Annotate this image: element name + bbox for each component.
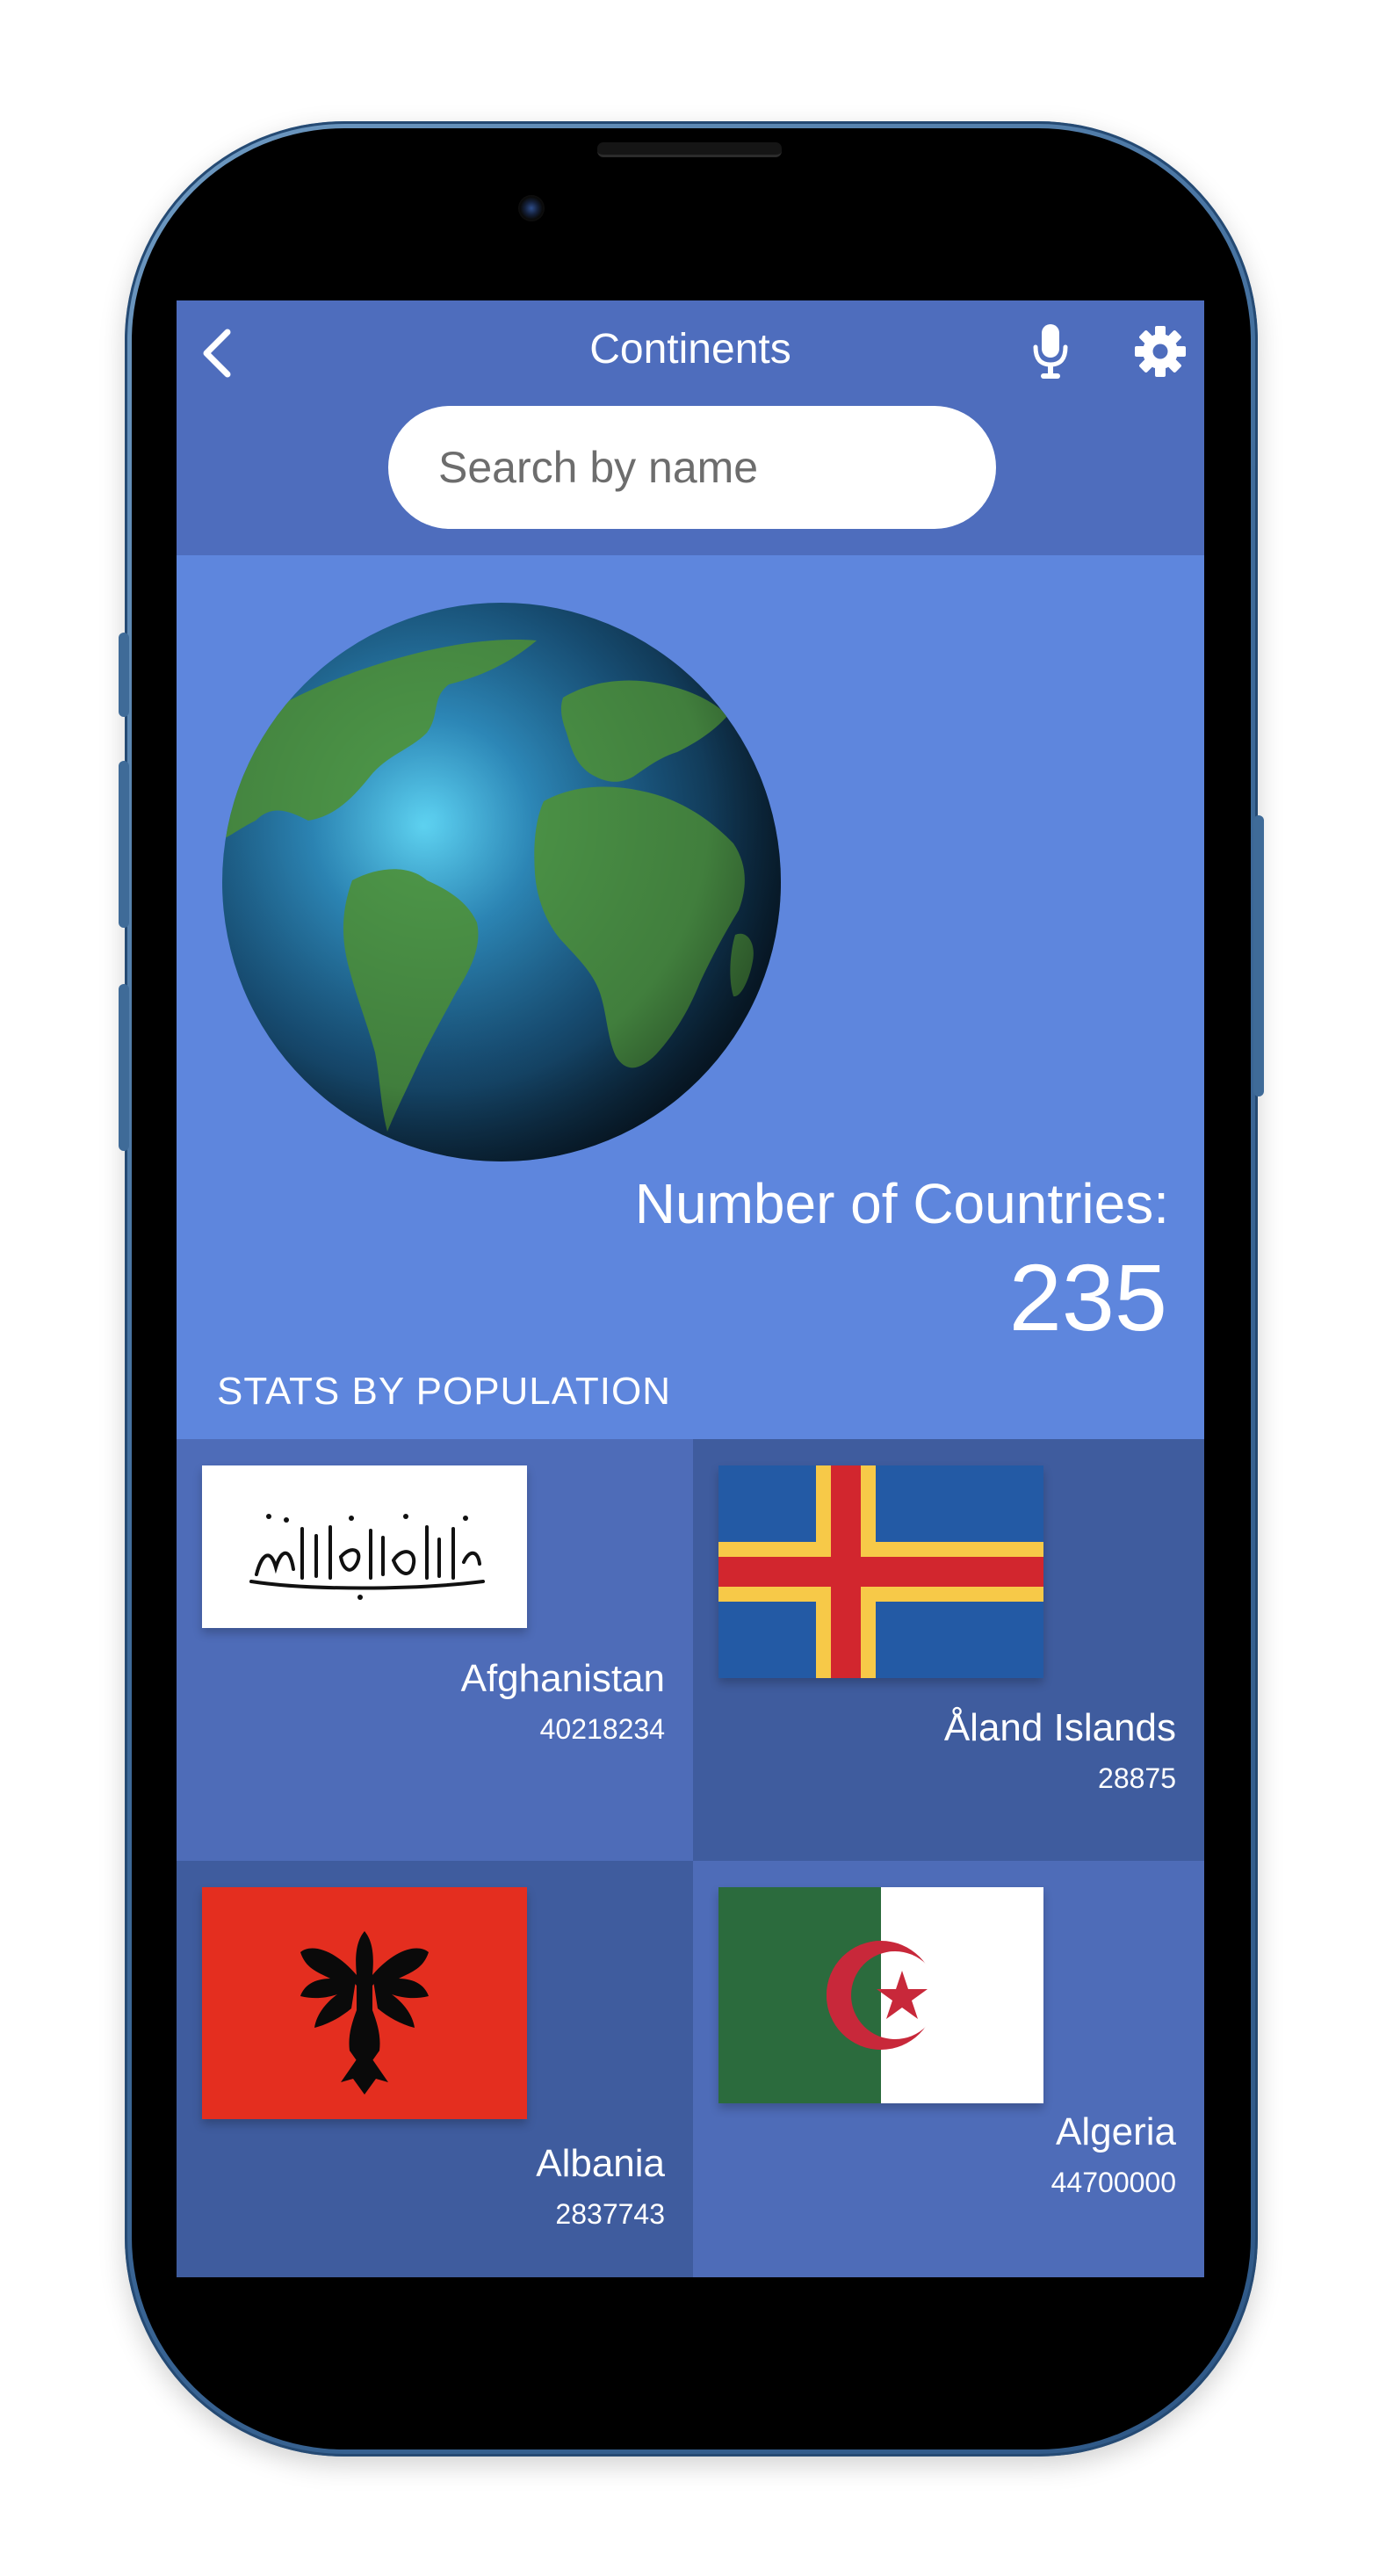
volume-down-button (119, 984, 129, 1151)
country-card[interactable]: Afghanistan 40218234 (177, 1439, 693, 1861)
country-population: 44700000 (1050, 2167, 1176, 2198)
earpiece-speaker (597, 142, 782, 157)
silent-switch (119, 633, 129, 717)
settings-button[interactable] (1128, 316, 1193, 387)
microphone-icon (1033, 324, 1068, 379)
country-card[interactable]: Albania 2837743 (177, 1861, 693, 2277)
country-name: Albania (536, 2142, 665, 2185)
algeria-flag (718, 1887, 1043, 2103)
chevron-left-icon (203, 329, 231, 378)
afghanistan-flag (202, 1465, 527, 1628)
power-button (1253, 815, 1264, 1096)
app-screen: Continents Search by name Number of Coun… (177, 300, 1204, 2277)
earth-globe-image (220, 601, 783, 1163)
section-title: STATS BY POPULATION (217, 1370, 671, 1413)
country-card[interactable]: Algeria 44700000 (693, 1861, 1204, 2277)
back-button[interactable] (194, 322, 240, 385)
front-camera (518, 195, 545, 221)
country-population: 28875 (1098, 1762, 1176, 1794)
country-name: Algeria (1056, 2110, 1176, 2153)
country-card[interactable]: Åland Islands 28875 (693, 1439, 1204, 1861)
search-input[interactable] (388, 406, 996, 529)
albania-flag (202, 1887, 527, 2119)
country-population: 2837743 (555, 2198, 665, 2230)
aland-islands-flag (718, 1465, 1043, 1678)
search-bar (388, 406, 996, 529)
countries-count-label: Number of Countries: (634, 1172, 1169, 1235)
page-title: Continents (589, 326, 791, 373)
countries-count-value: 235 (1008, 1244, 1167, 1350)
voice-search-button[interactable] (1024, 316, 1077, 387)
volume-up-button (119, 761, 129, 928)
gear-icon (1135, 326, 1186, 377)
country-grid: Afghanistan 40218234 Åland Islands 28875 (177, 1439, 1204, 2277)
country-population: 40218234 (539, 1713, 665, 1745)
country-name: Afghanistan (460, 1657, 665, 1700)
country-name: Åland Islands (943, 1706, 1176, 1749)
app-header: Continents (177, 300, 1204, 555)
